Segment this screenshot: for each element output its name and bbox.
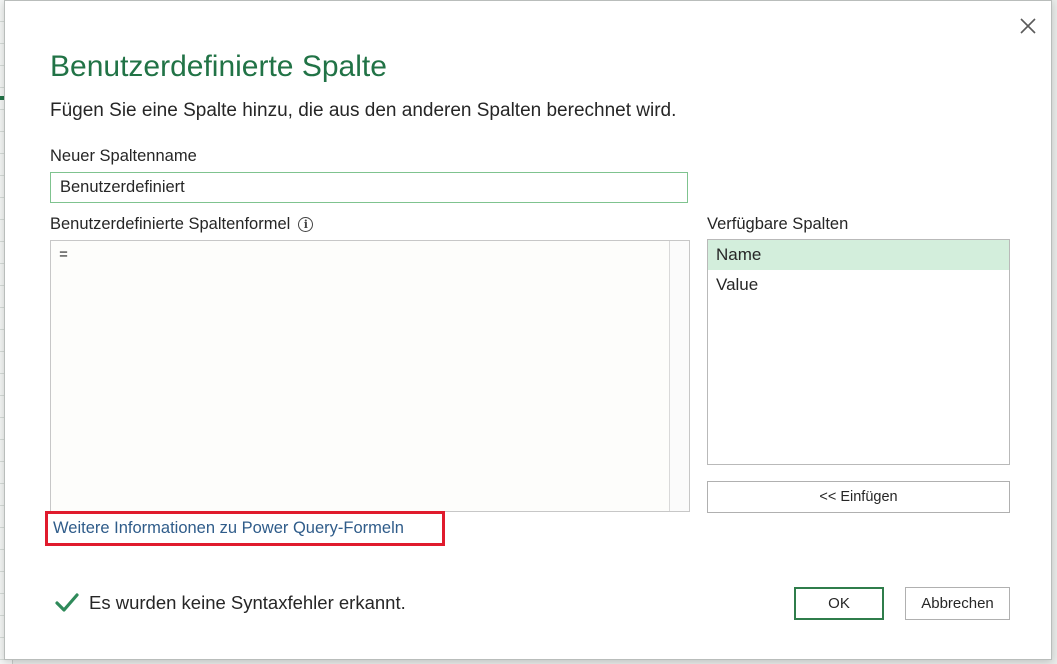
syntax-status: Es wurden keine Syntaxfehler erkannt. [55,592,406,614]
ok-button[interactable]: OK [794,587,884,620]
formula-editor[interactable]: = [50,240,690,512]
new-column-name-input[interactable] [50,172,688,203]
insert-button[interactable]: << Einfügen [707,481,1010,513]
syntax-status-text: Es wurden keine Syntaxfehler erkannt. [89,592,406,613]
formula-text: = [59,247,69,264]
formula-label: Benutzerdefinierte Spaltenformel i [50,215,314,234]
power-query-formulas-link[interactable]: Weitere Informationen zu Power Query-For… [45,511,445,546]
formula-scrollbar[interactable] [669,241,689,511]
info-icon[interactable]: i [298,217,314,232]
formula-label-text: Benutzerdefinierte Spaltenformel [50,215,291,233]
column-item-name[interactable]: Name [708,240,1009,270]
available-columns-list[interactable]: Name Value [707,239,1010,465]
available-columns-label: Verfügbare Spalten [707,215,849,233]
close-icon [1020,18,1036,34]
dialog-title: Benutzerdefinierte Spalte [50,50,387,83]
new-column-name-label: Neuer Spaltenname [50,147,197,165]
column-item-value[interactable]: Value [708,270,1009,300]
cancel-button[interactable]: Abbrechen [905,587,1010,620]
custom-column-dialog: Benutzerdefinierte Spalte Fügen Sie eine… [4,0,1052,660]
close-button[interactable] [1015,13,1041,39]
dialog-subtitle: Fügen Sie eine Spalte hinzu, die aus den… [50,100,677,121]
checkmark-icon [55,592,79,614]
